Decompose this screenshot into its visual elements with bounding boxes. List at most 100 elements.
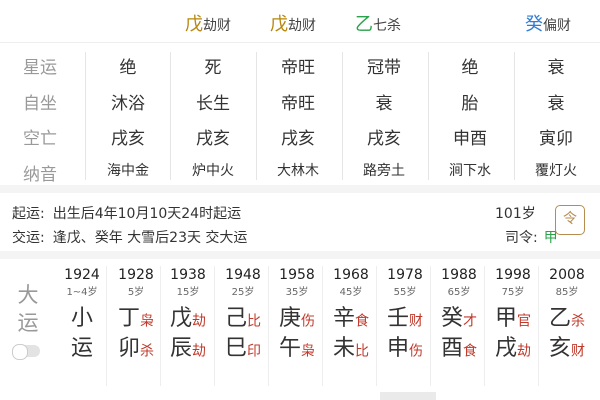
ten-god-tag: 杀 <box>571 313 585 330</box>
dayun-year: 1958 <box>279 267 315 283</box>
ten-god-tag: 伤 <box>301 313 315 330</box>
grid-cell: 戌亥 <box>111 129 145 149</box>
grid-cell: 帝旺 <box>281 58 315 78</box>
dayun-column[interactable]: 1958 35岁 庚伤 午枭 <box>271 267 323 361</box>
dayun-age: 45岁 <box>339 287 363 298</box>
grid-divider <box>428 52 429 180</box>
dayun-gan: 甲官 <box>494 306 531 331</box>
selected-tab-indicator <box>380 392 436 400</box>
row-label: 自坐 <box>23 94 57 114</box>
dayun-year: 1978 <box>387 267 423 283</box>
dayun-column[interactable]: 2008 85岁 乙杀 亥财 <box>541 267 593 361</box>
grid-cell: 覆灯火 <box>535 163 577 179</box>
dayun-gan: 乙杀 <box>548 306 585 331</box>
ten-god-tag: 印 <box>247 343 261 360</box>
dayun-age: 25岁 <box>231 287 255 298</box>
top-strip: 戊劫财 戊劫财 乙七杀 癸偏财 <box>0 0 600 42</box>
dayun-age: 1~4岁 <box>66 287 98 298</box>
dayun-divider <box>322 266 323 386</box>
dayun-title: 大 运 <box>17 283 39 335</box>
dayun-column[interactable]: 1968 45岁 辛食 未比 <box>325 267 377 361</box>
row-label: 纳音 <box>23 165 57 185</box>
row-zizuo: 自坐 沐浴 长生 帝旺 衰 胎 衰 <box>0 89 600 124</box>
jiaoyun-label: 交运: <box>12 230 45 246</box>
ten-god-tag: 才 <box>463 313 477 330</box>
toggle-knob <box>12 344 28 360</box>
grid-cell: 沐浴 <box>111 94 145 114</box>
dayun-year: 1968 <box>333 267 369 283</box>
dayun-gan: 庚伤 <box>278 306 315 331</box>
siling-label: 司令: <box>505 230 538 246</box>
dayun-zhi: 运 <box>70 336 93 361</box>
section-separator <box>0 251 600 259</box>
dayun-column[interactable]: 1924 1~4岁 小 运 <box>56 267 108 361</box>
dayun-divider <box>430 266 431 386</box>
grid-cell: 戌亥 <box>281 129 315 149</box>
section-separator <box>0 185 600 193</box>
dayun-zhi: 酉食 <box>440 336 477 361</box>
grid-cell: 死 <box>204 58 222 78</box>
dayun-column[interactable]: 1938 15岁 戊劫 辰劫 <box>162 267 214 361</box>
grid-cell: 长生 <box>196 94 230 114</box>
dayun-year: 1938 <box>170 267 206 283</box>
pillar-detail-grid: 星运 绝 死 帝旺 冠带 绝 衰 自坐 沐浴 长生 帝旺 衰 胎 衰 空亡 戌亥… <box>0 42 600 185</box>
dayun-zhi: 戌劫 <box>494 336 531 361</box>
grid-cell: 绝 <box>461 58 479 78</box>
dayun-age: 15岁 <box>176 287 200 298</box>
dayun-age: 65岁 <box>447 287 471 298</box>
qiyun-line: 起运: 出生后4年10月10天24时起运 <box>12 203 241 223</box>
dayun-column[interactable]: 1928 5岁 丁枭 卯杀 <box>110 267 162 361</box>
top-strip-cell: 乙七杀 <box>355 14 401 35</box>
ten-god-tag: 伤 <box>409 343 423 360</box>
dayun-gan: 小 <box>70 306 93 331</box>
grid-cell: 胎 <box>461 94 479 114</box>
dayun-divider <box>484 266 485 386</box>
dayun-divider <box>538 266 539 386</box>
dayun-gan: 戊劫 <box>169 306 206 331</box>
top-strip-cell: 戊劫财 <box>185 14 231 35</box>
dayun-zhi: 午枭 <box>278 336 315 361</box>
dayun-age: 35岁 <box>285 287 309 298</box>
dayun-year: 1928 <box>118 267 154 283</box>
ten-god-tag: 劫 <box>192 313 206 330</box>
dayun-column[interactable]: 1988 65岁 癸才 酉食 <box>433 267 485 361</box>
dayun-gan: 辛食 <box>332 306 369 331</box>
dayun-zhi: 未比 <box>332 336 369 361</box>
grid-cell: 衰 <box>547 94 565 114</box>
dayun-zhi: 巳印 <box>224 336 261 361</box>
ten-god-tag: 食 <box>355 313 369 330</box>
qiyun-value: 出生后4年10月10天24时起运 <box>52 206 242 222</box>
ten-god-tag: 财 <box>571 343 585 360</box>
dayun-zhi: 辰劫 <box>169 336 206 361</box>
grid-cell: 冠带 <box>367 58 401 78</box>
grid-cell: 帝旺 <box>281 94 315 114</box>
ten-god-tag: 劫 <box>517 343 531 360</box>
qiyun-label: 起运: <box>12 206 45 222</box>
ten-god-tag: 食 <box>463 343 477 360</box>
ten-god-tag: 比 <box>247 313 261 330</box>
grid-divider <box>85 52 86 180</box>
ten-god-tag: 官 <box>517 313 531 330</box>
grid-cell: 衰 <box>375 94 393 114</box>
dayun-gan: 癸才 <box>440 306 477 331</box>
dayun-zhi: 卯杀 <box>117 336 154 361</box>
grid-cell: 衰 <box>547 58 565 78</box>
dayun-toggle[interactable] <box>12 344 40 360</box>
grid-cell: 炉中火 <box>192 163 234 179</box>
dayun-column[interactable]: 1998 75岁 甲官 戌劫 <box>487 267 539 361</box>
dayun-column[interactable]: 1978 55岁 壬财 申伤 <box>379 267 431 361</box>
ten-god-tag: 劫 <box>192 343 206 360</box>
ten-god-tag: 财 <box>409 313 423 330</box>
grid-divider <box>514 52 515 180</box>
grid-divider <box>342 52 343 180</box>
dayun-divider <box>214 266 215 386</box>
grid-cell: 戌亥 <box>367 129 401 149</box>
row-kongwang: 空亡 戌亥 戌亥 戌亥 戌亥 申酉 寅卯 <box>0 124 600 159</box>
grid-cell: 绝 <box>119 58 137 78</box>
row-label: 空亡 <box>23 129 57 149</box>
dayun-age: 5岁 <box>127 287 145 298</box>
ling-icon[interactable]: 令 <box>555 205 585 235</box>
jiaoyun-line: 交运: 逢戊、癸年 大雪后23天 交大运 <box>12 227 247 247</box>
dayun-age: 85岁 <box>555 287 579 298</box>
dayun-column[interactable]: 1948 25岁 己比 巳印 <box>217 267 269 361</box>
